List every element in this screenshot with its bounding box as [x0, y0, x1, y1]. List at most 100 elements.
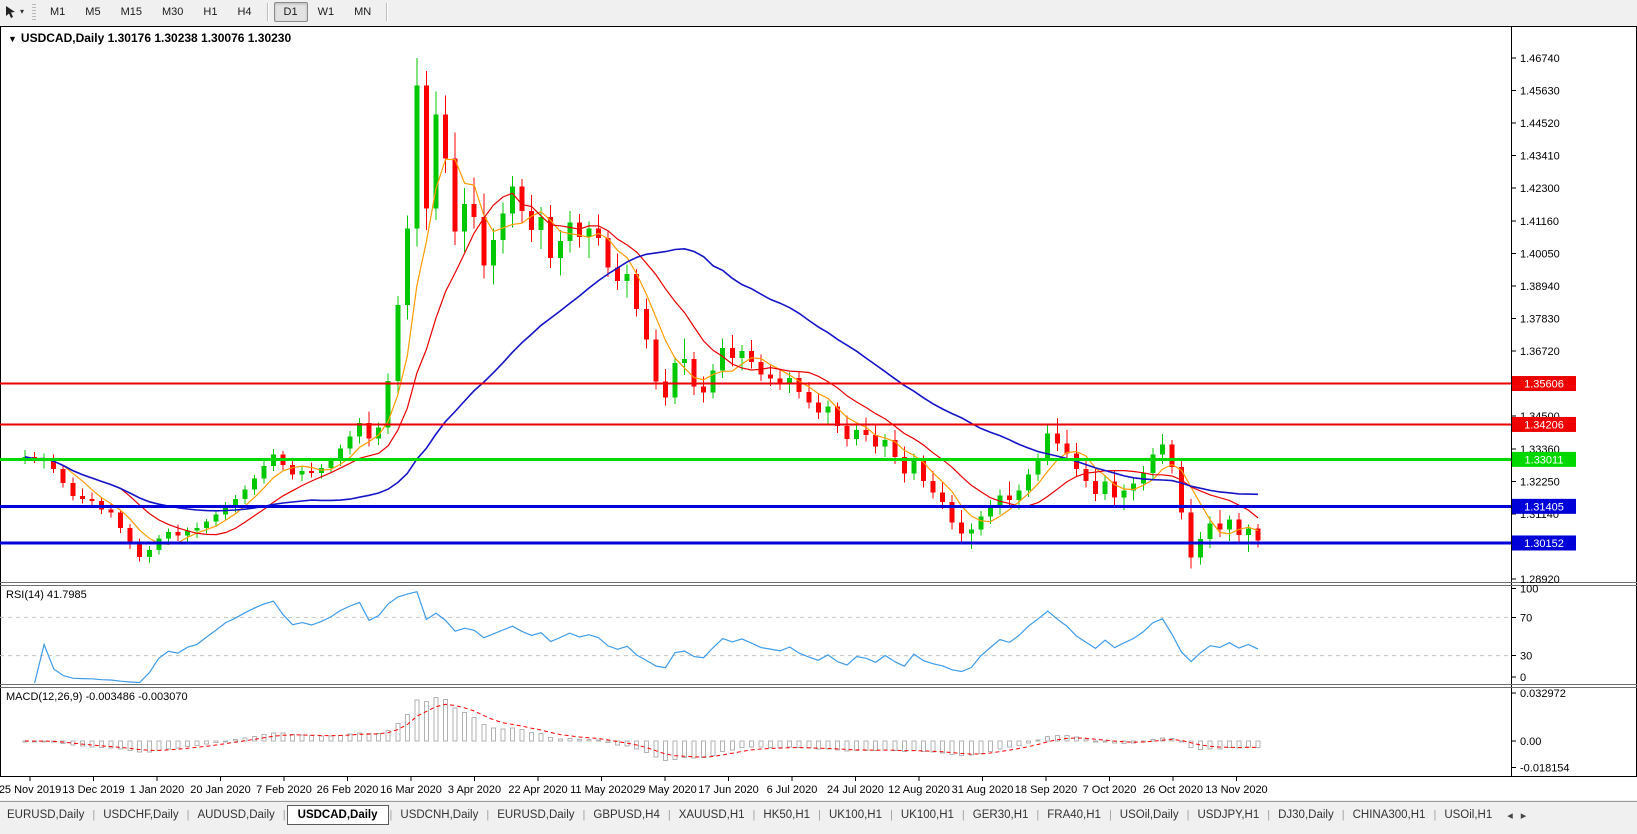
price-tick-label: 1.40050 — [1520, 249, 1560, 261]
candle-body — [682, 358, 688, 364]
candle-body — [557, 241, 563, 258]
candle-body — [729, 348, 735, 358]
candle-body — [1102, 481, 1108, 495]
candle-body — [137, 543, 143, 557]
macd-tick-label: 0.00 — [1520, 736, 1541, 748]
candle-body — [854, 429, 860, 440]
date-tick-label: 18 Sep 2020 — [1015, 784, 1077, 796]
price-tick-label: 1.37830 — [1520, 314, 1560, 326]
candle-body — [471, 203, 477, 218]
date-tick-label: 13 Dec 2019 — [62, 784, 124, 796]
symbol-tab-usdcad-daily[interactable]: USDCAD,Daily — [286, 805, 389, 825]
tab-scroll-right-icon[interactable]: ▸ — [1521, 809, 1527, 822]
date-tick-label: 17 Jun 2020 — [698, 784, 759, 796]
symbol-tab-usdchf-daily[interactable]: USDCHF,Daily — [96, 806, 185, 824]
symbol-tab-dj30-daily[interactable]: DJ30,Daily — [1271, 806, 1341, 824]
candle-body — [643, 309, 649, 340]
candle-body — [395, 304, 401, 381]
candle-body — [519, 186, 525, 212]
candle-body — [433, 114, 439, 209]
candle-body — [290, 464, 296, 475]
macd-tick-label: -0.018154 — [1520, 763, 1570, 775]
candle-body — [911, 460, 917, 474]
candle-body — [1236, 519, 1242, 536]
candle-body — [873, 434, 879, 447]
candle-body — [251, 478, 257, 490]
candle-body — [720, 348, 726, 371]
date-tick-label: 3 Apr 2020 — [448, 784, 501, 796]
symbol-tab-eurusd-daily[interactable]: EURUSD,Daily — [0, 806, 91, 824]
candle-body — [777, 378, 783, 384]
symbol-tab-hk50-h1[interactable]: HK50,H1 — [756, 806, 817, 824]
candle-body — [1150, 454, 1156, 473]
candle-body — [844, 426, 850, 440]
date-tick-label: 22 Apr 2020 — [508, 784, 567, 796]
candle-body — [261, 466, 267, 479]
collapse-triangle-icon[interactable]: ▼ — [8, 34, 17, 44]
candle-body — [863, 429, 869, 435]
symbol-tab-fra40-h1[interactable]: FRA40,H1 — [1040, 806, 1108, 824]
candle-body — [624, 274, 630, 281]
candle-body — [748, 350, 754, 362]
candle-body — [328, 461, 334, 468]
price-tick-label: 1.32250 — [1520, 477, 1560, 489]
candle-body — [567, 222, 573, 242]
symbol-tab-xauusd-h1[interactable]: XAUUSD,H1 — [672, 806, 752, 824]
candle-body — [1245, 528, 1251, 536]
chart-canvas[interactable]: 1.46740 1.45630 1.44520 1.43410 1.42300 1.411… — [0, 0, 1637, 801]
candle-body — [538, 217, 544, 231]
candle-body — [414, 85, 420, 229]
symbol-tab-eurusd-daily[interactable]: EURUSD,Daily — [490, 806, 581, 824]
chart-symbol-label: USDCAD,Daily — [20, 31, 105, 45]
symbol-tab-bar: EURUSD,Daily | USDCHF,Daily | AUDUSD,Daily | U… — [0, 801, 1637, 828]
symbol-tab-uk100-h1[interactable]: UK100,H1 — [822, 806, 889, 824]
price-tag-label: 1.33011 — [1525, 454, 1564, 466]
candle-body — [1159, 444, 1165, 455]
candle-body — [1093, 480, 1099, 495]
symbol-tab-usdcnh-daily[interactable]: USDCNH,Daily — [393, 806, 485, 824]
chart-ohlc-values: 1.30176 1.30238 1.30076 1.30230 — [107, 31, 292, 45]
date-tick-label: 26 Feb 2020 — [317, 784, 379, 796]
macd-histogram-bar — [1102, 740, 1108, 743]
candle-body — [940, 492, 946, 503]
price-tag-label: 1.30152 — [1524, 538, 1564, 550]
symbol-tab-usoil-daily[interactable]: USOil,Daily — [1113, 806, 1186, 824]
candle-body — [978, 516, 984, 530]
price-tick-label: 1.44520 — [1520, 118, 1560, 130]
price-tick-label: 1.42300 — [1520, 183, 1560, 195]
symbol-tab-audusd-daily[interactable]: AUDUSD,Daily — [190, 806, 281, 824]
candle-body — [366, 423, 372, 439]
candle-body — [586, 228, 592, 237]
macd-tick-label: 0.032972 — [1520, 688, 1566, 700]
candle-body — [968, 529, 974, 534]
date-tick-label: 26 Oct 2020 — [1143, 784, 1203, 796]
date-tick-label: 20 Jan 2020 — [190, 784, 251, 796]
date-tick-label: 7 Feb 2020 — [256, 784, 312, 796]
candle-body — [1169, 444, 1175, 468]
price-tick-label: 1.41160 — [1520, 216, 1559, 228]
rsi-indicator-label: RSI(14) 41.7985 — [6, 589, 87, 601]
candle-body — [605, 238, 611, 268]
chart-title: ▼ USDCAD,Daily 1.30176 1.30238 1.30076 1.… — [8, 31, 291, 45]
candle-body — [175, 532, 181, 536]
candle-body — [89, 498, 95, 502]
candle-body — [787, 377, 793, 384]
price-tick-label: 1.46740 — [1520, 53, 1560, 65]
symbol-tab-gbpusd-h4[interactable]: GBPUSD,H4 — [586, 806, 666, 824]
candle-body — [1026, 474, 1032, 491]
symbol-tab-china300-h1[interactable]: CHINA300,H1 — [1346, 806, 1433, 824]
date-tick-label: 7 Oct 2020 — [1083, 784, 1137, 796]
symbol-tab-ger30-h1[interactable]: GER30,H1 — [966, 806, 1036, 824]
candle-body — [232, 499, 238, 506]
candle-body — [529, 211, 535, 231]
macd-histogram-bar — [595, 739, 601, 742]
symbol-tab-uk100-h1[interactable]: UK100,H1 — [894, 806, 961, 824]
symbol-tab-usdjpy-h1[interactable]: USDJPY,H1 — [1190, 806, 1266, 824]
symbol-tab-usoil-h1[interactable]: USOil,H1 — [1437, 806, 1499, 824]
tab-scroll-left-icon[interactable]: ◂ — [1507, 809, 1513, 822]
candle-body — [691, 358, 697, 387]
candle-body — [1207, 523, 1213, 540]
rsi-tick-label: 30 — [1520, 651, 1532, 663]
candle-body — [204, 521, 210, 529]
candle-body — [959, 522, 965, 534]
